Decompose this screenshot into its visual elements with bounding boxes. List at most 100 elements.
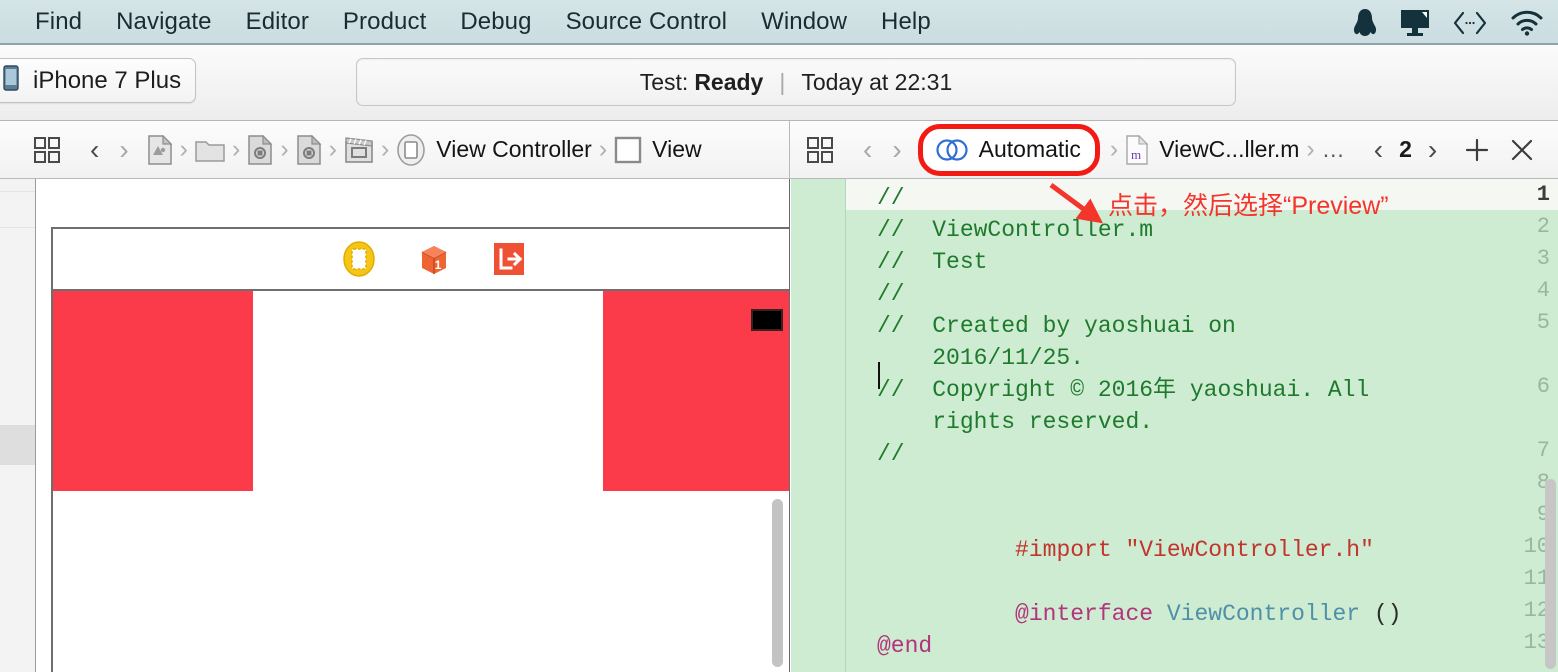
breadcrumb-view-controller-label: View Controller <box>436 136 592 162</box>
code-line: // Copyright © 2016年 yaoshuai. All <box>877 377 1370 403</box>
code-line: @end <box>877 633 933 659</box>
breadcrumb-separator: › <box>231 135 241 163</box>
menu-item-editor[interactable]: Editor <box>229 8 326 36</box>
text-cursor <box>878 362 880 389</box>
breadcrumb-storyboard-file-1[interactable] <box>247 134 273 165</box>
assistant-file-label: ViewC...ller.m <box>1159 136 1300 162</box>
menu-item-navigate[interactable]: Navigate <box>99 8 229 36</box>
editor-vertical-scrollbar[interactable] <box>1545 479 1556 669</box>
assistant-file-crumb[interactable]: m ViewC...ller.m <box>1125 134 1300 165</box>
scene-dock: 1 <box>53 229 789 291</box>
main-split-view: 1 1 2 3 4 5 6 7 8 9 10 11 12 13 // // Vi… <box>0 179 1558 672</box>
first-responder-dock-icon[interactable]: 1 <box>416 241 452 277</box>
breadcrumb-separator: › <box>280 135 289 163</box>
canvas-vertical-scrollbar[interactable] <box>772 499 783 667</box>
breadcrumb-storyboard-file-2[interactable] <box>296 134 322 165</box>
navigator-selected-row[interactable] <box>0 425 35 465</box>
menu-item-window[interactable]: Window <box>744 8 864 36</box>
code-brackets-icon[interactable] <box>1452 9 1488 37</box>
activity-separator: | <box>779 68 786 95</box>
jump-bar-right: ‹ › Automatic › m ViewC...ller.m › … ‹ 2… <box>791 121 1558 178</box>
view-controller-dock-icon[interactable] <box>342 241 376 277</box>
xcode-window: Find Navigate Editor Product Debug Sourc… <box>0 0 1558 672</box>
menu-bar-items: Find Navigate Editor Product Debug Sourc… <box>0 8 948 36</box>
venn-circles-icon <box>935 136 969 164</box>
activity-view: Test: Ready | Today at 22:31 <box>356 58 1236 106</box>
assistant-page-prev-button[interactable]: ‹ <box>1364 134 1393 166</box>
black-view[interactable] <box>751 309 783 331</box>
menu-item-source-control[interactable]: Source Control <box>549 8 744 36</box>
assistant-mode-label: Automatic <box>978 136 1081 162</box>
storyboard-file-icon <box>248 134 273 165</box>
assistant-editor[interactable]: 1 2 3 4 5 6 7 8 9 10 11 12 13 // // View… <box>791 179 1558 672</box>
assistant-mode-automatic-button[interactable]: Automatic <box>917 123 1100 176</box>
breadcrumb-view-label: View <box>652 136 702 162</box>
line-number-gutter <box>791 179 846 672</box>
code-line: @interface ViewController () <box>877 566 1402 662</box>
related-items-grid-icon[interactable] <box>34 136 60 163</box>
breadcrumb-scene[interactable] <box>344 135 374 165</box>
code-token-parens: () <box>1373 601 1402 627</box>
project-icon <box>147 134 173 165</box>
code-line: // Created by yaoshuai on <box>877 313 1236 339</box>
menu-item-help[interactable]: Help <box>864 8 948 36</box>
scheme-destination-button[interactable]: iPhone 7 Plus <box>0 58 197 103</box>
assistant-separator: › <box>1109 135 1119 163</box>
breadcrumb-separator: › <box>598 135 608 163</box>
menu-item-debug[interactable]: Debug <box>443 8 548 36</box>
breadcrumb-folder[interactable] <box>195 137 225 163</box>
wifi-icon[interactable] <box>1510 10 1544 36</box>
breadcrumb-view[interactable]: View <box>614 136 702 164</box>
svg-text:m: m <box>1131 147 1141 162</box>
svg-text:1: 1 <box>435 258 442 272</box>
assistant-add-button[interactable] <box>1463 136 1491 164</box>
breadcrumb-separator: › <box>179 135 188 163</box>
assistant-page-number: 2 <box>1399 136 1412 162</box>
jump-bar-row: ‹ › › › › › › View Controller › View ‹ ›… <box>0 121 1558 179</box>
jump-bar-forward-button[interactable]: › <box>109 134 138 166</box>
jump-bar-back-button[interactable]: ‹ <box>80 134 109 166</box>
assistant-back-button[interactable]: ‹ <box>853 134 882 166</box>
folder-icon <box>195 140 225 162</box>
code-token-interface: @interface <box>1015 601 1167 627</box>
code-token-import: #import <box>1015 537 1126 563</box>
code-line: // <box>877 441 905 467</box>
menu-bar-status-icons <box>1352 0 1544 45</box>
exit-dock-icon[interactable] <box>492 241 526 277</box>
objc-m-file-icon: m <box>1126 134 1149 165</box>
assistant-forward-button[interactable]: › <box>882 134 911 166</box>
scene-film-icon <box>345 136 373 163</box>
menu-item-find[interactable]: Find <box>18 8 99 36</box>
qq-penguin-icon[interactable] <box>1352 8 1378 38</box>
assistant-overflow-crumb[interactable]: … <box>1322 136 1346 163</box>
menu-item-product[interactable]: Product <box>326 8 443 36</box>
view-controller-icon <box>397 133 426 166</box>
code-line-wrapped: 2016/11/25. <box>877 345 1085 371</box>
code-line: // Test <box>877 249 988 275</box>
activity-project-label: Test: <box>639 68 689 95</box>
assistant-page-next-button[interactable]: › <box>1418 134 1447 166</box>
activity-timestamp: Today at 22:31 <box>801 68 953 95</box>
source-code[interactable]: // // ViewController.m // Test // // Cre… <box>847 179 1542 672</box>
annotation-arrow-icon <box>1045 180 1115 235</box>
code-token-import-path: "ViewController.h" <box>1125 537 1374 563</box>
breadcrumb-project[interactable] <box>147 134 173 165</box>
ib-view-controller-scene[interactable]: 1 <box>51 227 789 672</box>
breadcrumb-separator: › <box>328 135 337 163</box>
device-icon <box>3 65 19 96</box>
display-screen-icon[interactable] <box>1400 9 1430 37</box>
storyboard-file-icon <box>296 134 322 165</box>
assistant-close-button[interactable] <box>1509 137 1535 163</box>
code-line: // <box>877 185 905 211</box>
toolbar: iPhone 7 Plus Test: Ready | Today at 22:… <box>0 45 1558 121</box>
jump-bar-left: ‹ › › › › › › View Controller › View <box>0 121 790 178</box>
activity-status-value: Ready <box>694 68 764 95</box>
red-view-left[interactable] <box>53 291 253 491</box>
navigator-sliver[interactable] <box>0 179 36 672</box>
code-line-wrapped: rights reserved. <box>877 409 1154 435</box>
annotation-text: 点击，然后选择“Preview” <box>1108 192 1389 220</box>
breadcrumb-view-controller[interactable]: View Controller <box>396 133 592 166</box>
breadcrumb-separator: › <box>380 135 390 163</box>
interface-builder-canvas[interactable]: 1 <box>36 179 790 672</box>
related-items-grid-icon[interactable] <box>807 136 833 163</box>
